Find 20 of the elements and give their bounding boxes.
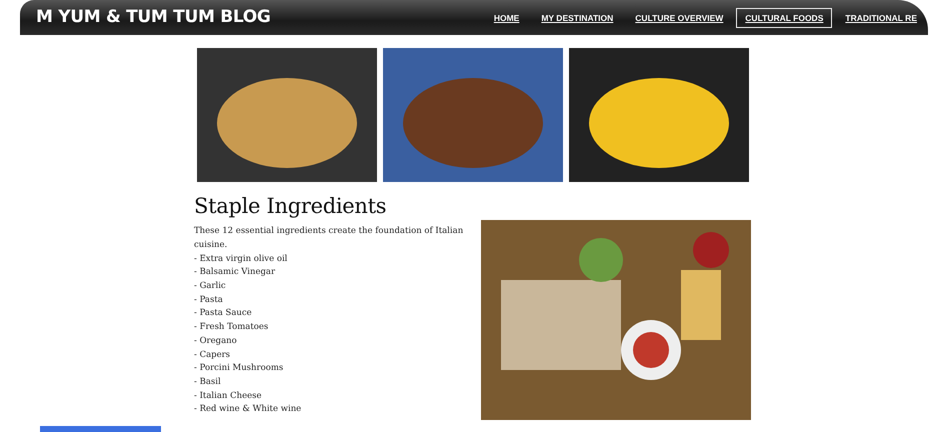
ingredient-item: - Capers — [194, 348, 232, 362]
intro-text: These 12 essential ingredients create the foundation of Italian cuisine. — [194, 225, 464, 252]
blog-title[interactable]: M YUM & TUM TUM BLOG — [20, 4, 271, 30]
nav-link[interactable]: CULTURE OVERVIEW — [626, 8, 732, 28]
ingredient-item: - Extra virgin olive oil — [194, 252, 288, 266]
ingredient-item: - Basil — [194, 376, 222, 389]
nav-link[interactable]: CULTURAL FOODS — [736, 8, 832, 28]
section-heading: Staple Ingredients — [194, 194, 388, 220]
ingredient-item: - Pasta Sauce — [194, 307, 253, 320]
ingredient-item: - Porcini Mushrooms — [194, 362, 284, 376]
ingredient-item: - Pasta — [194, 294, 224, 307]
ingredient-item: - Red wine & White wine — [194, 403, 302, 416]
ingredient-item: - Balsamic Vinegar — [194, 266, 276, 280]
nav-link[interactable]: HOME — [484, 8, 528, 28]
ingredient-item: - Oregano — [194, 334, 238, 348]
nav-link[interactable]: MY DESTINATION — [532, 8, 622, 28]
ingredient-item: - Italian Cheese — [194, 390, 263, 403]
nav-link[interactable]: TRADITIONAL RE — [836, 8, 926, 28]
ingredient-item: - Garlic — [194, 280, 227, 293]
ingredient-item: - Fresh Tomatoes — [194, 321, 270, 334]
